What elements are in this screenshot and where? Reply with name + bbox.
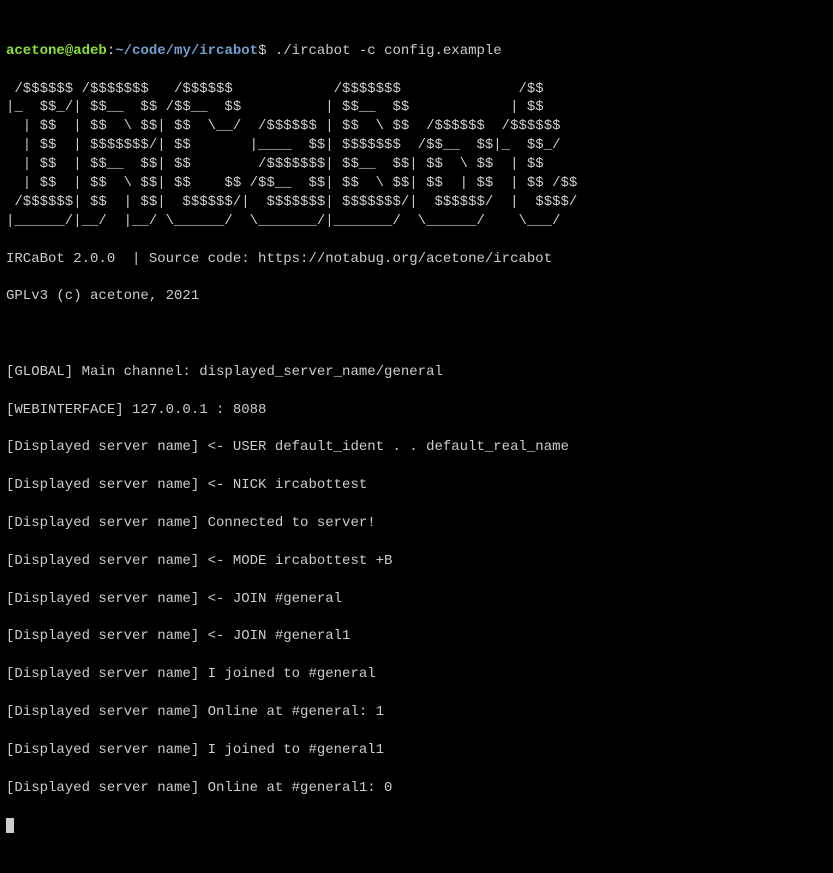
cursor[interactable] — [6, 818, 14, 833]
prompt-path: /code/my/ircabot — [124, 43, 258, 59]
license-line: GPLv3 (c) acetone, 2021 — [6, 287, 827, 306]
prompt-line: acetone@adeb:~/code/my/ircabot$ ./ircabo… — [6, 42, 827, 61]
ascii-art-banner: /$$$$$$ /$$$$$$$ /$$$$$$ /$$$$$$$ /$$ |_… — [6, 80, 827, 231]
prompt-colon: : — [107, 43, 115, 59]
log-line: [Displayed server name] <- JOIN #general — [6, 590, 827, 609]
log-line: [Displayed server name] <- MODE ircabott… — [6, 552, 827, 571]
log-line: [Displayed server name] Connected to ser… — [6, 514, 827, 533]
blank-line — [6, 325, 827, 344]
log-line: [Displayed server name] I joined to #gen… — [6, 665, 827, 684]
prompt-at: @ — [65, 43, 73, 59]
log-line: [Displayed server name] <- JOIN #general… — [6, 627, 827, 646]
log-line: [Displayed server name] <- NICK ircabott… — [6, 476, 827, 495]
prompt-user: acetone — [6, 43, 65, 59]
log-line: [Displayed server name] I joined to #gen… — [6, 741, 827, 760]
log-line: [GLOBAL] Main channel: displayed_server_… — [6, 363, 827, 382]
log-line: [Displayed server name] Online at #gener… — [6, 703, 827, 722]
command-text: ./ircabot -c config.example — [266, 43, 501, 59]
prompt-tilde: ~ — [115, 43, 123, 59]
log-line: [Displayed server name] <- USER default_… — [6, 438, 827, 457]
prompt-host: adeb — [73, 43, 107, 59]
log-line: [Displayed server name] Online at #gener… — [6, 779, 827, 798]
log-line: [WEBINTERFACE] 127.0.0.1 : 8088 — [6, 401, 827, 420]
version-line: IRCaBot 2.0.0 | Source code: https://not… — [6, 250, 827, 269]
